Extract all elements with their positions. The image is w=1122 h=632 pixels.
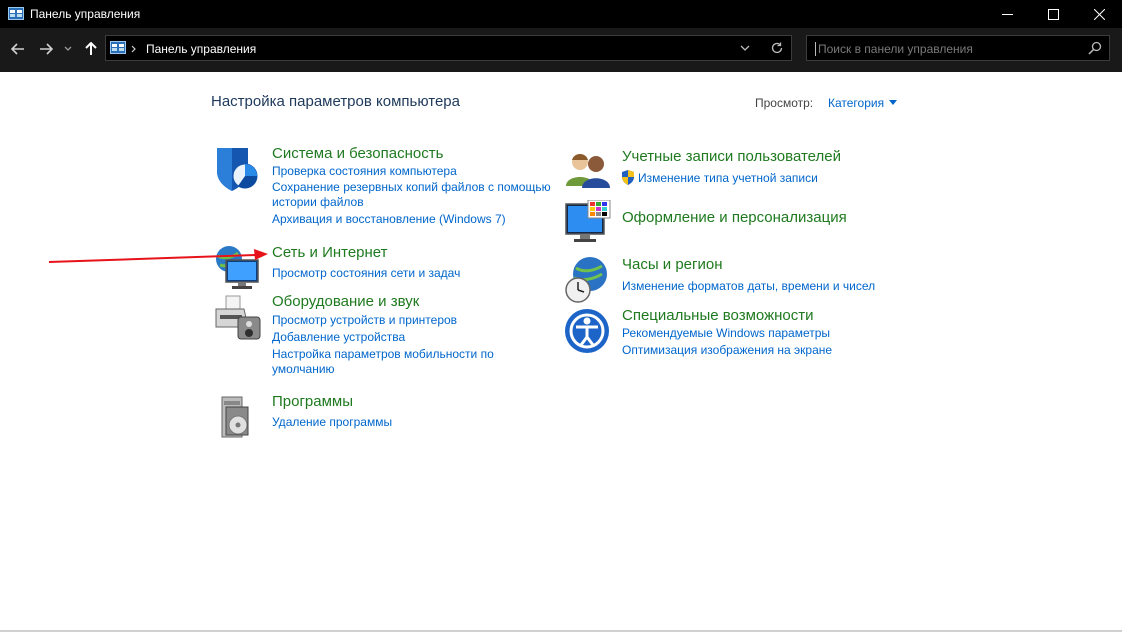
annotation-arrow-icon — [48, 249, 268, 263]
